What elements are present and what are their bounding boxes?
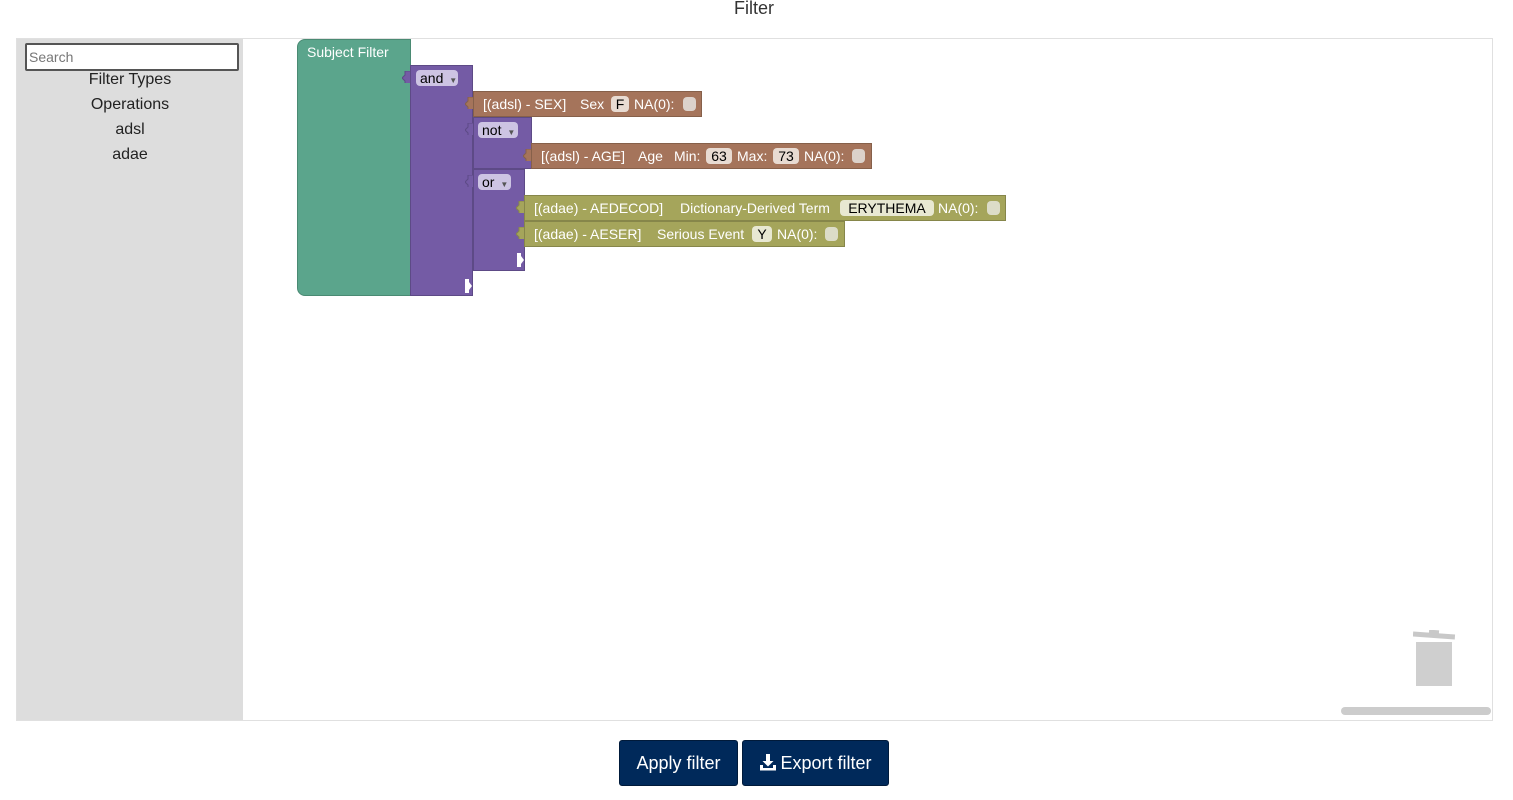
aedecod-connector-notch bbox=[516, 201, 524, 213]
not-connector-notch bbox=[465, 123, 473, 135]
aedecod-na-label: NA(0): bbox=[938, 200, 979, 216]
not-dropdown[interactable]: not ▼ bbox=[478, 122, 518, 138]
not-operation-block[interactable]: not ▼ bbox=[473, 117, 532, 169]
and-dropdown-value: and bbox=[420, 70, 444, 86]
sex-filter-label: [(adsl) - SEX] bbox=[483, 96, 567, 112]
age-max-field[interactable]: 73 bbox=[773, 148, 799, 164]
and-dropdown[interactable]: and ▼ bbox=[416, 70, 458, 86]
block-canvas[interactable]: Subject Filter and ▼ [(adsl) - SEX] Sex … bbox=[243, 39, 1492, 720]
or-bottom-socket bbox=[517, 253, 524, 267]
aeser-value-field[interactable]: Y bbox=[752, 226, 772, 242]
age-min-label: Min: bbox=[674, 148, 701, 164]
aeser-filter-name: Serious Event bbox=[657, 226, 745, 242]
sex-filter-block[interactable]: [(adsl) - SEX] Sex F NA(0): bbox=[473, 91, 702, 117]
horizontal-scrollbar[interactable] bbox=[1341, 707, 1491, 715]
aedecod-filter-block[interactable]: [(adae) - AEDECOD] Dictionary-Derived Te… bbox=[524, 195, 1006, 221]
aeser-connector-notch bbox=[516, 227, 524, 239]
download-icon bbox=[759, 754, 776, 771]
category-adae[interactable]: adae bbox=[17, 145, 243, 165]
sex-filter-name: Sex bbox=[580, 96, 605, 112]
trash-icon[interactable] bbox=[1413, 630, 1457, 686]
not-dropdown-value: not bbox=[482, 122, 502, 138]
aedecod-filter-label: [(adae) - AEDECOD] bbox=[534, 200, 664, 216]
age-filter-label: [(adsl) - AGE] bbox=[541, 148, 626, 164]
category-adsl[interactable]: adsl bbox=[17, 120, 243, 140]
aeser-na-checkbox[interactable] bbox=[825, 227, 838, 241]
age-connector-notch bbox=[523, 149, 531, 161]
aeser-filter-block[interactable]: [(adae) - AESER] Serious Event Y NA(0): bbox=[524, 221, 845, 247]
age-max-label: Max: bbox=[737, 148, 768, 164]
export-filter-label: Export filter bbox=[780, 753, 872, 773]
subject-filter-label: Subject Filter bbox=[307, 44, 389, 60]
sex-na-label: NA(0): bbox=[634, 96, 675, 112]
page-title: Filter bbox=[734, 0, 774, 18]
export-filter-button[interactable]: Export filter bbox=[741, 740, 889, 786]
apply-filter-label: Apply filter bbox=[636, 753, 721, 773]
toolbox: Filter Types Operations adsl adae bbox=[17, 39, 243, 720]
category-filter-types[interactable]: Filter Types bbox=[17, 70, 243, 90]
category-operations[interactable]: Operations bbox=[17, 95, 243, 115]
search-input[interactable] bbox=[25, 43, 239, 71]
age-na-checkbox[interactable] bbox=[852, 149, 865, 163]
dropdown-arrow-icon: ▼ bbox=[507, 128, 516, 137]
subject-filter-block[interactable]: Subject Filter bbox=[297, 39, 411, 296]
sex-connector-notch bbox=[465, 97, 473, 109]
age-filter-block[interactable]: [(adsl) - AGE] Age Min: 63 Max: 73 NA(0)… bbox=[531, 143, 872, 169]
aeser-na-label: NA(0): bbox=[777, 226, 818, 242]
blockly-workspace[interactable]: Filter Types Operations adsl adae Subjec… bbox=[16, 38, 1493, 721]
sex-value-field[interactable]: F bbox=[611, 96, 629, 112]
age-na-label: NA(0): bbox=[804, 148, 845, 164]
and-operation-block[interactable]: and ▼ bbox=[410, 65, 473, 296]
aedecod-value-field[interactable]: ERYTHEMA bbox=[840, 200, 934, 216]
or-connector-notch bbox=[465, 175, 473, 187]
action-bar: Apply filter Export filter bbox=[0, 740, 1508, 786]
or-dropdown[interactable]: or ▼ bbox=[478, 174, 511, 190]
dropdown-arrow-icon: ▼ bbox=[500, 180, 509, 189]
aedecod-filter-name: Dictionary-Derived Term bbox=[680, 200, 830, 216]
or-dropdown-value: or bbox=[482, 174, 495, 190]
aedecod-na-checkbox[interactable] bbox=[987, 201, 1000, 215]
sex-na-checkbox[interactable] bbox=[683, 97, 696, 111]
age-filter-name: Age bbox=[638, 148, 663, 164]
apply-filter-button[interactable]: Apply filter bbox=[619, 740, 738, 786]
and-connector-notch bbox=[402, 71, 410, 83]
age-min-field[interactable]: 63 bbox=[706, 148, 732, 164]
dropdown-arrow-icon: ▼ bbox=[449, 76, 458, 85]
and-bottom-socket bbox=[465, 279, 472, 293]
aeser-filter-label: [(adae) - AESER] bbox=[534, 226, 642, 242]
